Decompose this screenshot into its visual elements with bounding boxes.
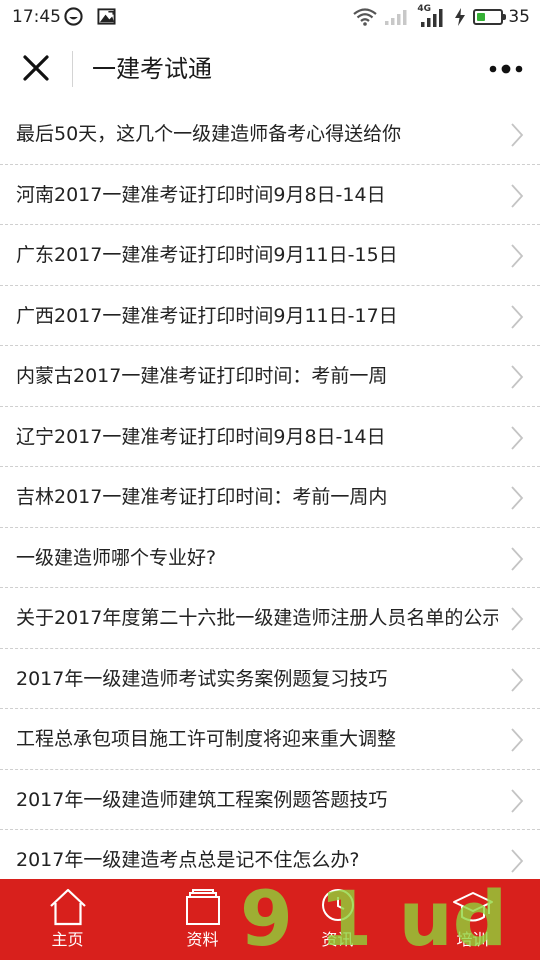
article-title: 2017年一级建造考点总是记不住怎么办?: [16, 849, 360, 871]
smiley-notification-icon: [64, 7, 83, 26]
bottom-nav: 主页 资料 资讯 培训: [0, 879, 540, 960]
nav-news-label: 资讯: [321, 930, 354, 949]
article-title: 广东2017一建准考证打印时间9月11日-15日: [16, 244, 398, 266]
article-title: 工程总承包项目施工许可制度将迎来重大调整: [16, 728, 397, 750]
article-list-item[interactable]: 工程总承包项目施工许可制度将迎来重大调整: [0, 709, 540, 770]
article-list-item[interactable]: 最后50天，这几个一级建造师备考心得送给你: [0, 104, 540, 165]
image-notification-icon: [97, 8, 116, 25]
nav-news[interactable]: 资讯: [270, 879, 405, 960]
article-list-item[interactable]: 内蒙古2017一建准考证打印时间：考前一周: [0, 346, 540, 407]
article-title: 2017年一级建造师考试实务案例题复习技巧: [16, 667, 388, 690]
article-list-item[interactable]: 河南2017一建准考证打印时间9月8日-14日: [0, 165, 540, 225]
article-list-item[interactable]: 关于2017年度第二十六批一级建造师注册人员名单的公示: [0, 588, 540, 649]
documents-icon: [185, 889, 220, 925]
chevron-right-icon: [511, 546, 524, 571]
battery-fill: [477, 13, 486, 21]
article-list-item[interactable]: 广西2017一建准考证打印时间9月11日-17日: [0, 286, 540, 346]
chevron-right-icon: [511, 728, 524, 752]
chevron-right-icon: [511, 607, 524, 631]
chevron-right-icon: [511, 667, 524, 692]
title-bar: 一建考试通: [0, 34, 540, 104]
page-title: 一建考试通: [92, 55, 212, 83]
article-title: 广西2017一建准考证打印时间9月11日-17日: [16, 304, 398, 327]
close-button[interactable]: [14, 48, 58, 90]
nav-documents[interactable]: 资料: [135, 879, 270, 960]
chevron-right-icon: [511, 244, 524, 268]
chevron-right-icon: [511, 183, 524, 208]
graduation-cap-icon: [452, 892, 493, 922]
article-list-item[interactable]: 吉林2017一建准考证打印时间：考前一周内: [0, 467, 540, 528]
nav-training[interactable]: 培训: [405, 879, 540, 960]
chevron-right-icon: [511, 486, 524, 510]
nav-documents-label: 资料: [186, 930, 219, 949]
wifi-icon: [353, 8, 378, 26]
app-screen: 17:45 4G 35 一建考试通 最后50天，这几个一级建造师备考心得送给你 …: [0, 0, 540, 960]
chevron-right-icon: [511, 365, 524, 389]
title-divider: [72, 51, 73, 87]
article-list-item[interactable]: 一级建造师哪个专业好?: [0, 528, 540, 588]
nav-home-label: 主页: [51, 930, 84, 949]
chevron-right-icon: [511, 123, 524, 147]
article-title: 河南2017一建准考证打印时间9月8日-14日: [16, 183, 386, 206]
chevron-right-icon: [511, 849, 524, 873]
article-list-item[interactable]: 辽宁2017一建准考证打印时间9月8日-14日: [0, 407, 540, 467]
signal-4g-icon: 4G: [417, 4, 447, 28]
chevron-right-icon: [511, 788, 524, 813]
home-icon: [49, 888, 86, 926]
article-list-item[interactable]: 广东2017一建准考证打印时间9月11日-15日: [0, 225, 540, 286]
nav-training-label: 培训: [456, 930, 489, 949]
article-list: 最后50天，这几个一级建造师备考心得送给你 河南2017一建准考证打印时间9月8日…: [0, 104, 540, 891]
battery-percent: 35: [508, 7, 530, 27]
article-title: 2017年一级建造师建筑工程案例题答题技巧: [16, 788, 388, 811]
article-title: 一级建造师哪个专业好?: [16, 546, 217, 569]
article-title: 最后50天，这几个一级建造师备考心得送给你: [16, 123, 402, 145]
nav-home[interactable]: 主页: [0, 879, 135, 960]
more-button[interactable]: [484, 52, 528, 86]
status-right-group: 4G 35: [346, 4, 530, 28]
article-title: 辽宁2017一建准考证打印时间9月8日-14日: [16, 425, 386, 448]
news-icon: [321, 889, 354, 921]
battery-icon: [473, 9, 507, 25]
article-list-item[interactable]: 2017年一级建造师考试实务案例题复习技巧: [0, 649, 540, 709]
close-icon: [23, 55, 49, 81]
article-list-item[interactable]: 2017年一级建造师建筑工程案例题答题技巧: [0, 770, 540, 830]
status-bar: 17:45 4G 35: [0, 0, 540, 34]
more-dots-icon: [489, 64, 523, 74]
chevron-right-icon: [511, 304, 524, 329]
chevron-right-icon: [511, 425, 524, 450]
status-time: 17:45: [12, 7, 61, 27]
article-title: 内蒙古2017一建准考证打印时间：考前一周: [16, 365, 388, 387]
article-title: 吉林2017一建准考证打印时间：考前一周内: [16, 486, 388, 508]
article-title: 关于2017年度第二十六批一级建造师注册人员名单的公示: [16, 607, 498, 629]
charging-bolt-icon: [455, 8, 466, 26]
battery-cap: [503, 14, 507, 20]
signal-empty-icon: [385, 10, 407, 25]
